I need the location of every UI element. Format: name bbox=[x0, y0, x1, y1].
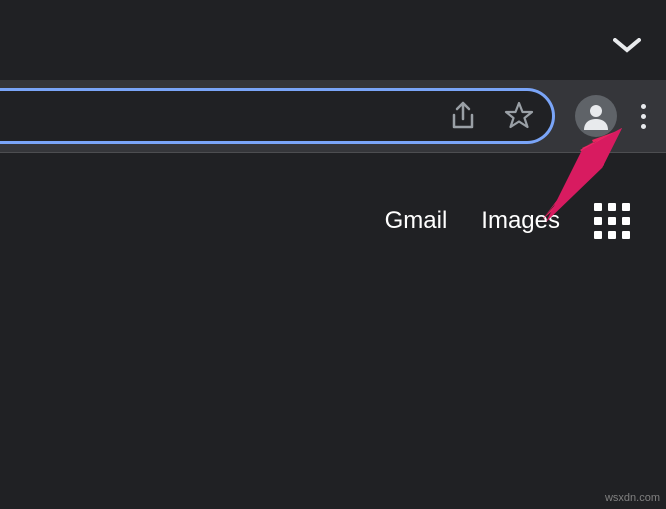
menu-kebab-icon[interactable] bbox=[637, 104, 650, 129]
avatar-icon bbox=[582, 102, 610, 130]
tab-strip bbox=[0, 0, 666, 80]
star-icon[interactable] bbox=[504, 101, 534, 131]
address-bar[interactable] bbox=[0, 88, 555, 144]
images-link[interactable]: Images bbox=[481, 207, 560, 235]
gmail-link[interactable]: Gmail bbox=[385, 207, 448, 235]
chevron-down-icon[interactable] bbox=[613, 38, 641, 59]
page-content: Gmail Images bbox=[0, 153, 666, 509]
toolbar-right bbox=[555, 95, 650, 137]
browser-toolbar bbox=[0, 80, 666, 152]
header-links: Gmail Images bbox=[0, 203, 666, 239]
share-icon[interactable] bbox=[450, 101, 476, 131]
watermark: wsxdn.com bbox=[605, 492, 660, 504]
apps-grid-icon[interactable] bbox=[594, 203, 630, 239]
profile-button[interactable] bbox=[575, 95, 617, 137]
